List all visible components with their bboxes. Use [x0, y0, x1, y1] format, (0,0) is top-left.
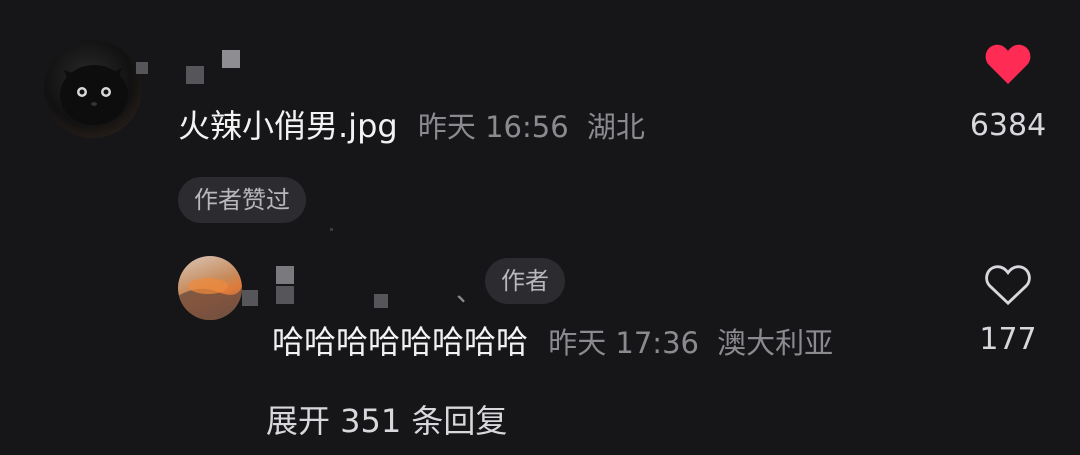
reply-like-count: 177	[979, 322, 1037, 357]
like-count: 6384	[969, 108, 1047, 143]
author-liked-badge: 作者赞过	[178, 177, 306, 223]
reply-like-button[interactable]	[984, 264, 1032, 310]
comment-thread: 火辣小俏男.jpg 昨天 16:56 湖北 作者赞过 6384 、 作者 哈哈哈…	[0, 0, 1080, 455]
expand-replies-button[interactable]: 展开 351 条回复	[266, 396, 507, 442]
reply-time: 昨天 17:36	[548, 326, 699, 360]
separator: 、	[456, 278, 483, 308]
commenter-avatar[interactable]	[44, 40, 142, 138]
reply-text: 哈哈哈哈哈哈哈哈	[272, 323, 529, 361]
author-tag: 作者	[485, 258, 565, 304]
like-button[interactable]	[984, 42, 1032, 90]
sunset-avatar-image	[178, 278, 242, 320]
comment-location: 湖北	[586, 110, 645, 144]
comment-time: 昨天 16:56	[417, 110, 569, 144]
reply-body: 哈哈哈哈哈哈哈哈 昨天 17:36 澳大利亚	[272, 322, 833, 363]
decorative-dot	[330, 228, 333, 231]
reply-avatar[interactable]	[178, 256, 242, 320]
comment-body: 火辣小俏男.jpg 昨天 16:56 湖北	[178, 106, 645, 147]
reply-location: 澳大利亚	[717, 326, 834, 360]
cat-avatar-image	[60, 65, 128, 125]
comment-text: 火辣小俏男.jpg	[178, 107, 398, 145]
heart-outline-icon	[985, 265, 1031, 306]
heart-filled-icon	[985, 44, 1031, 84]
